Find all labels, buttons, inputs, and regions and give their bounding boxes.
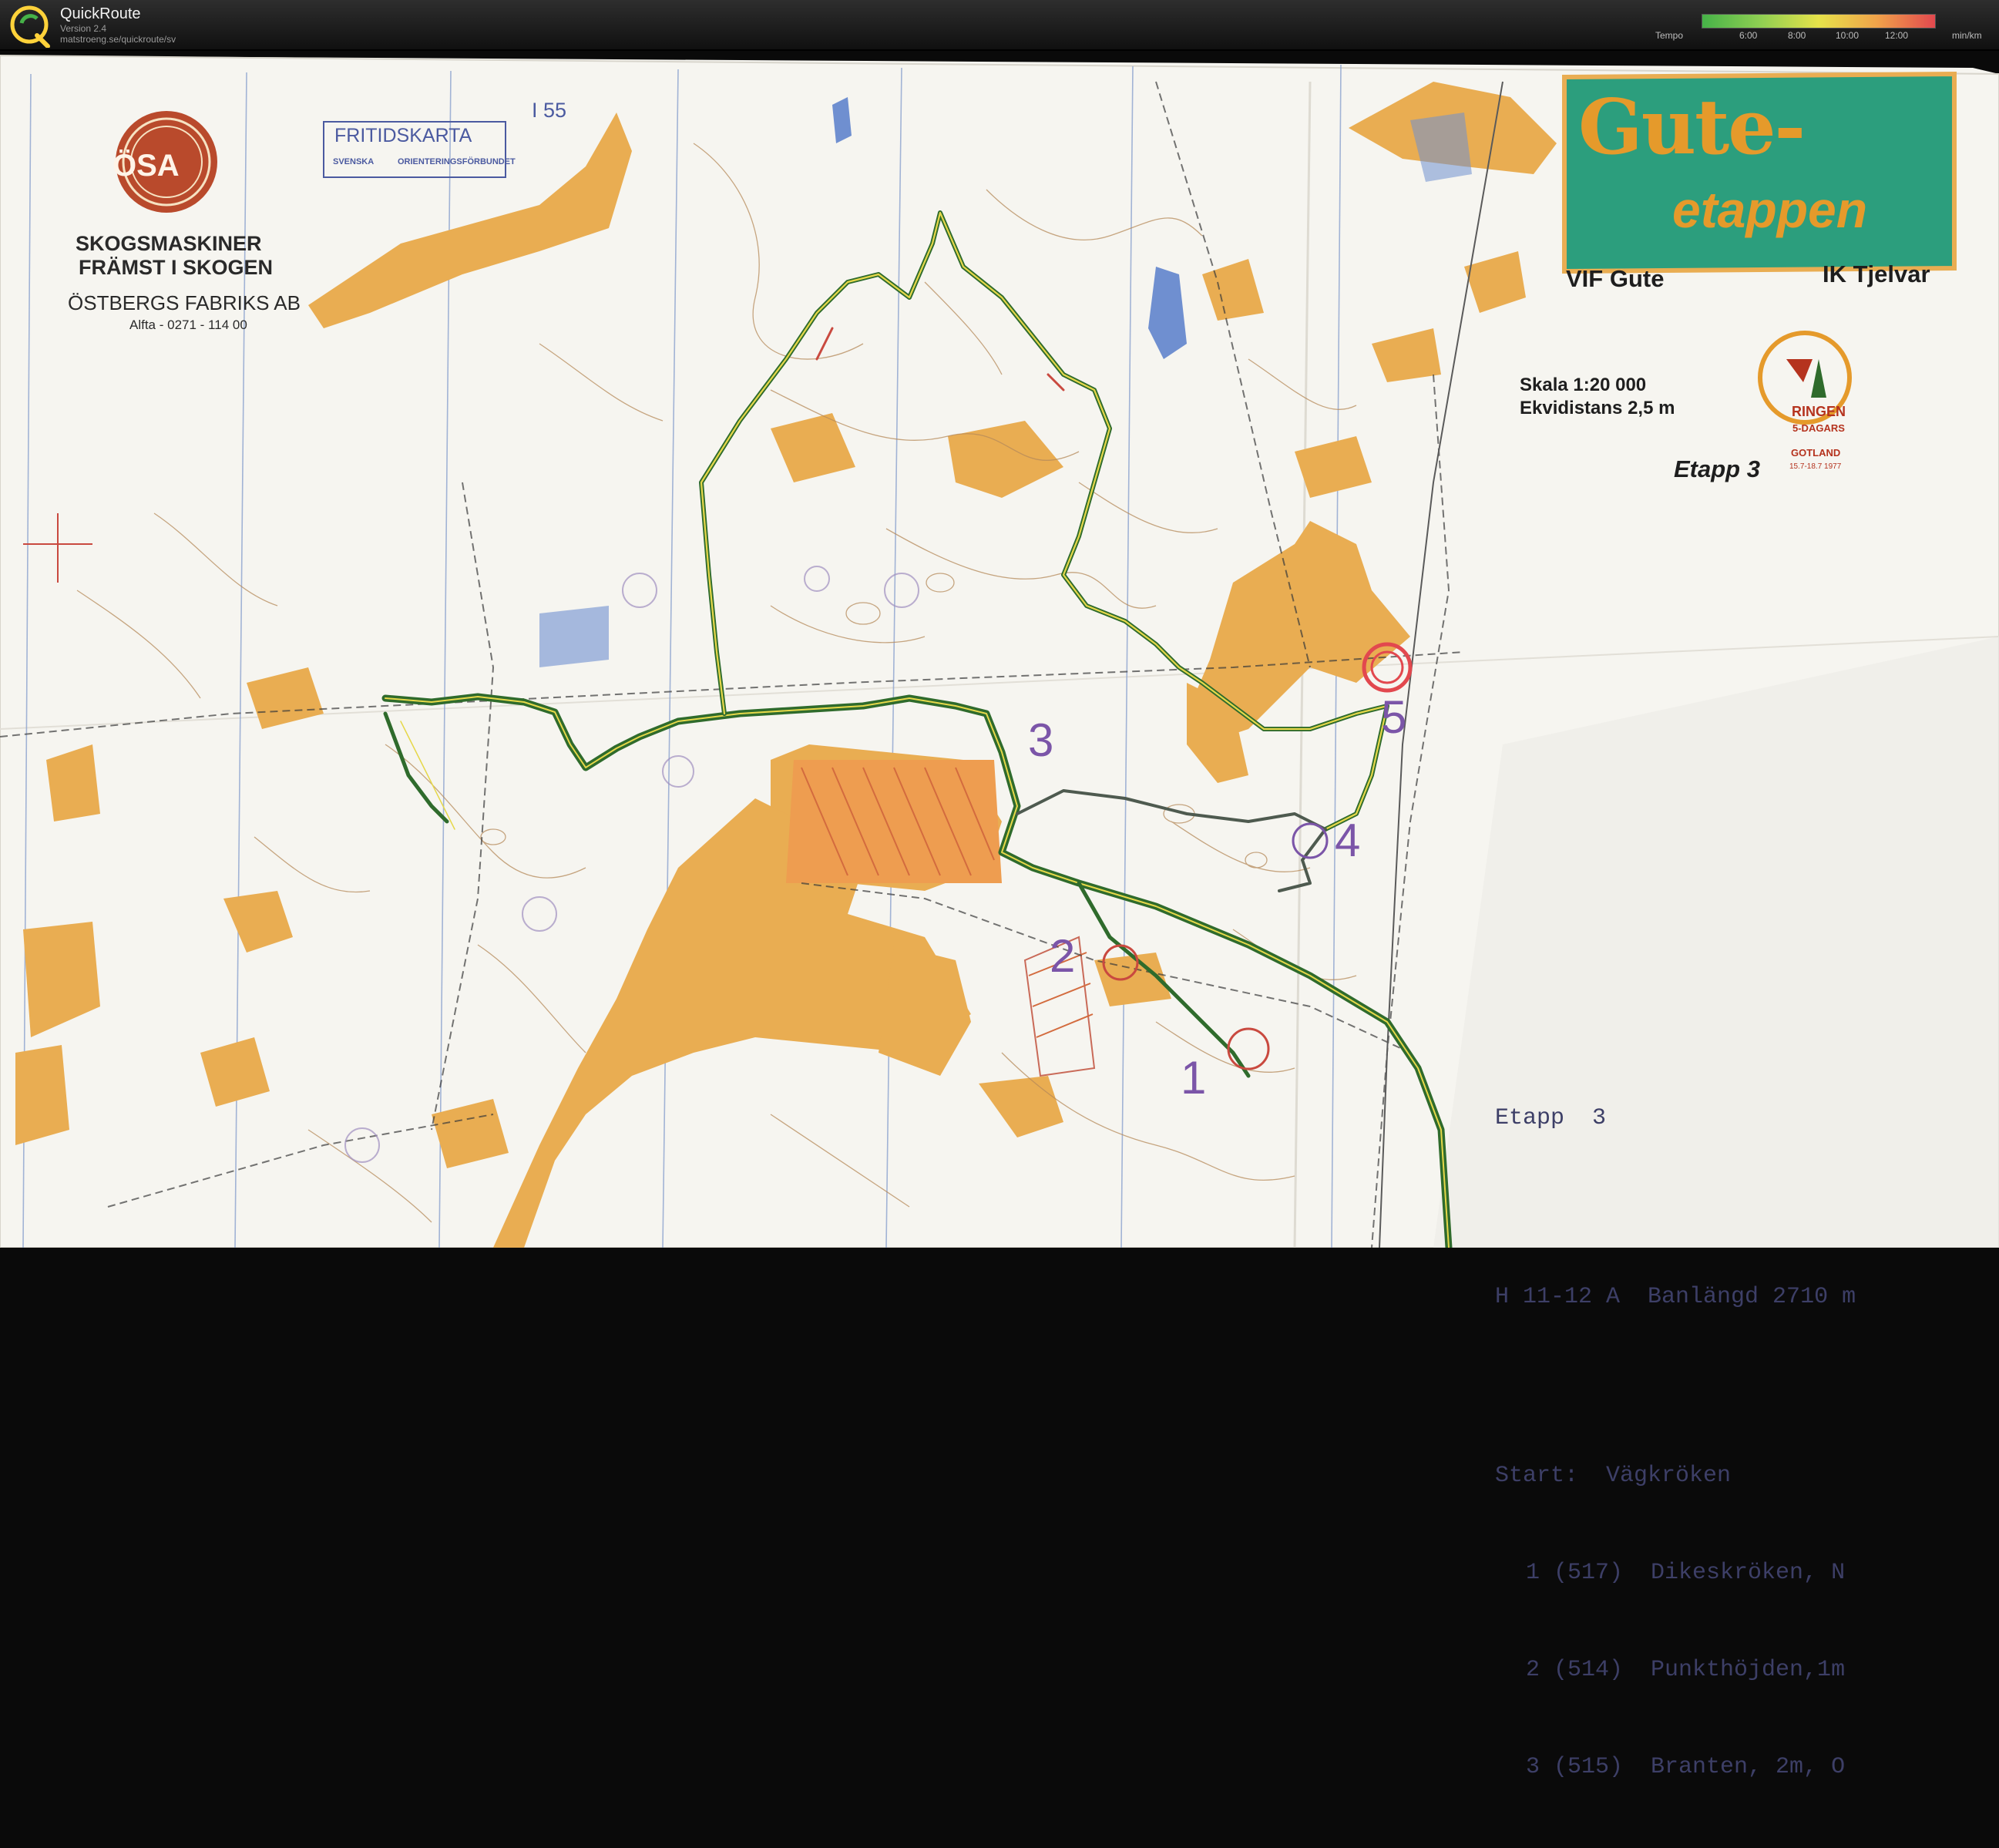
fritidskarta-org: ORIENTERINGSFÖRBUNDET: [398, 157, 516, 166]
app-version: Version 2.4: [60, 23, 107, 34]
quickroute-logo-icon: [10, 5, 50, 48]
tempo-tick: 12:00: [1885, 30, 1909, 41]
app-header: QuickRoute Version 2.4 matstroeng.se/qui…: [0, 0, 1999, 51]
tempo-color-scale: [1702, 14, 1936, 29]
quickroute-window: QuickRoute Version 2.4 matstroeng.se/qui…: [0, 0, 1999, 1780]
control-number: 1: [1181, 1052, 1207, 1104]
ringen-event: 5-DAGARS: [1792, 422, 1845, 434]
ringen-region: GOTLAND: [1791, 447, 1841, 459]
course-start: Start: Vägkröken: [1495, 1463, 1732, 1489]
contour-interval: Ekvidistans 2,5 m: [1520, 398, 1675, 418]
app-url: matstroeng.se/quickroute/sv: [60, 34, 176, 45]
fritidskarta-org: SVENSKA: [333, 157, 375, 166]
stage-label: Etapp 3: [1674, 455, 1760, 482]
sponsor-tagline: FRÄMST I SKOGEN: [79, 256, 274, 279]
sponsor-company: ÖSTBERGS FABRIKS AB: [68, 291, 301, 314]
club-left: VIF Gute: [1566, 265, 1665, 292]
map-title: Gute-: [1578, 83, 1806, 172]
app-name: QuickRoute: [60, 5, 141, 22]
tempo-tick: 6:00: [1739, 30, 1758, 41]
map-scale: Skala 1:20 000: [1520, 375, 1647, 395]
course-leg: 3 (515) Branten, 2m, O: [1526, 1754, 1846, 1780]
map-subtitle: etappen: [1672, 181, 1868, 238]
course-class: H 11-12 A Banlängd 2710 m: [1495, 1284, 1856, 1310]
club-right: IK Tjelvar: [1823, 260, 1930, 287]
control-number: 4: [1335, 815, 1361, 866]
sponsor-phone: Alfta - 0271 - 114 00: [129, 318, 247, 332]
orienteering-map[interactable]: Gute- etappen VIF Gute IK Tjelvar Skala …: [0, 51, 1999, 1780]
course-leg: 1 (517) Dikeskröken, N: [1526, 1560, 1846, 1586]
course-description: Etapp 3 H 11-12 A Banlängd 2710 m Start:…: [1495, 1037, 1856, 1848]
tempo-tick: 10:00: [1836, 30, 1860, 41]
control-number: 2: [1050, 930, 1076, 982]
sponsor-name: SKOGSMASKINER: [76, 232, 262, 255]
sheet-number: I 55: [532, 99, 567, 122]
ringen-date: 15.7-18.7 1977: [1789, 462, 1842, 471]
control-number: 5: [1381, 691, 1407, 743]
tempo-unit: min/km: [1952, 30, 1982, 41]
tempo-tick: 8:00: [1788, 30, 1806, 41]
ringen-name: RINGEN: [1792, 404, 1846, 419]
osa-logo-text: ÖSA: [113, 149, 180, 183]
course-stage: Etapp 3: [1495, 1105, 1607, 1131]
course-leg: 2 (514) Punkthöjden,1m: [1526, 1657, 1846, 1683]
tempo-label: Tempo: [1655, 30, 1684, 41]
control-number: 3: [1028, 714, 1054, 766]
fritidskarta-title: FRITIDSKARTA: [334, 125, 472, 146]
